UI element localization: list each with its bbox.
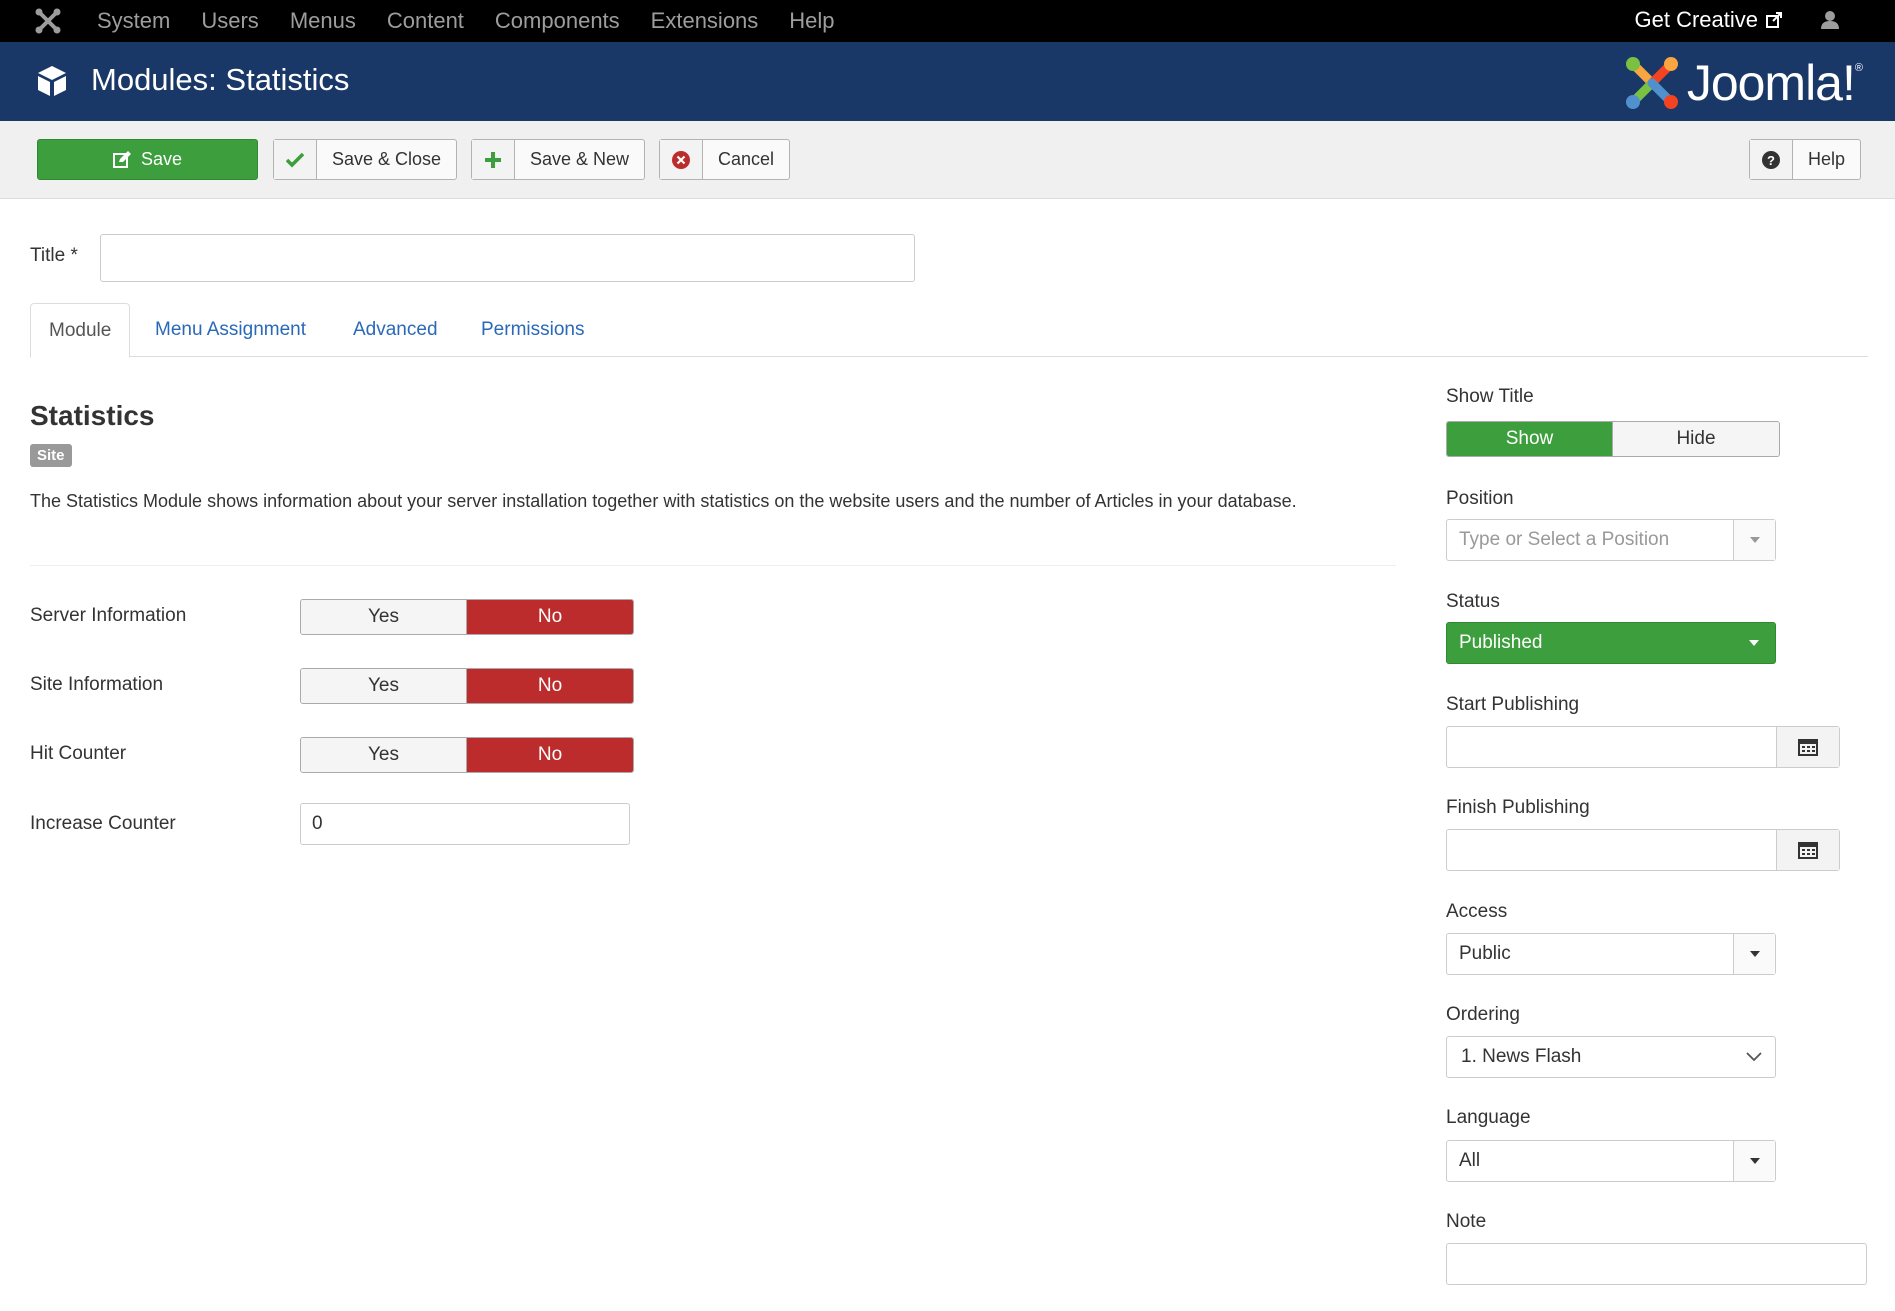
cube-icon — [36, 64, 68, 103]
hit-counter-no[interactable]: No — [467, 738, 633, 772]
finish-publishing-field[interactable] — [1447, 830, 1776, 870]
position-placeholder: Type or Select a Position — [1459, 529, 1670, 550]
get-creative-label: Get Creative — [1634, 7, 1759, 32]
registered-mark: ® — [1854, 62, 1863, 74]
save-new-label: Save & New — [530, 149, 630, 169]
menu-users[interactable]: Users — [201, 8, 258, 34]
divider — [30, 565, 1396, 566]
title-label: Title * — [30, 245, 78, 266]
position-label: Position — [1446, 488, 1514, 509]
hit-counter-yes[interactable]: Yes — [301, 738, 467, 772]
status-value: Published — [1459, 632, 1543, 653]
menu-content[interactable]: Content — [387, 8, 464, 34]
menu-menus[interactable]: Menus — [290, 8, 356, 34]
finish-publishing-input — [1446, 829, 1840, 871]
user-icon[interactable] — [1820, 9, 1840, 36]
menu-help[interactable]: Help — [789, 8, 834, 34]
top-menu: System Users Menus Content Components Ex… — [97, 0, 866, 42]
top-navbar: System Users Menus Content Components Ex… — [0, 0, 1895, 42]
cancel-label: Cancel — [718, 149, 775, 169]
language-select[interactable]: All — [1446, 1140, 1776, 1182]
start-publishing-input — [1446, 726, 1840, 768]
access-label: Access — [1446, 901, 1508, 922]
save-label: Save — [140, 149, 183, 169]
help-label: Help — [1808, 149, 1846, 169]
joomla-logo-icon[interactable] — [34, 7, 62, 35]
tab-permissions[interactable]: Permissions — [481, 303, 584, 357]
status-select[interactable]: Published — [1446, 622, 1776, 664]
access-select[interactable]: Public — [1446, 933, 1776, 975]
module-heading: Statistics — [30, 400, 155, 431]
start-publishing-field[interactable] — [1447, 727, 1776, 767]
plus-icon — [472, 140, 515, 179]
show-title-toggle: Show Hide — [1446, 421, 1780, 457]
edit-icon — [112, 150, 131, 168]
increase-counter-input[interactable]: 0 — [300, 803, 630, 845]
site-information-yes[interactable]: Yes — [301, 669, 467, 703]
position-select[interactable]: Type or Select a Position — [1446, 519, 1776, 561]
joomla-brand-logo: Joomla! ® — [1623, 54, 1863, 112]
server-information-no[interactable]: No — [467, 600, 633, 634]
caret-down-icon — [1733, 934, 1775, 974]
show-title-hide[interactable]: Hide — [1613, 422, 1779, 456]
server-information-label: Server Information — [30, 605, 187, 626]
server-information-yes[interactable]: Yes — [301, 600, 467, 634]
status-label: Status — [1446, 591, 1500, 612]
caret-down-icon — [1733, 1141, 1775, 1181]
cancel-circle-icon — [660, 140, 703, 179]
svg-text:?: ? — [1767, 153, 1775, 168]
start-publishing-label: Start Publishing — [1446, 694, 1580, 715]
finish-publishing-label: Finish Publishing — [1446, 797, 1590, 818]
menu-extensions[interactable]: Extensions — [651, 8, 759, 34]
cancel-button[interactable]: Cancel — [659, 139, 791, 180]
joomla-brand-icon — [1625, 57, 1678, 109]
ordering-value: 1. News Flash — [1461, 1046, 1582, 1067]
help-button[interactable]: ? Help — [1749, 139, 1862, 180]
site-information-no[interactable]: No — [467, 669, 633, 703]
menu-components[interactable]: Components — [495, 8, 620, 34]
tab-module[interactable]: Module — [30, 303, 131, 358]
note-input[interactable] — [1446, 1243, 1867, 1285]
calendar-icon[interactable] — [1776, 727, 1839, 767]
external-link-icon — [1766, 12, 1782, 28]
site-information-toggle: Yes No — [300, 668, 634, 704]
server-information-toggle: Yes No — [300, 599, 634, 635]
chevron-down-icon — [1733, 1037, 1775, 1077]
ordering-label: Ordering — [1446, 1004, 1520, 1025]
caret-down-icon — [1733, 520, 1775, 560]
check-icon — [274, 140, 317, 179]
increase-counter-label: Increase Counter — [30, 813, 176, 834]
title-input[interactable] — [100, 234, 915, 282]
tab-advanced[interactable]: Advanced — [353, 303, 438, 357]
page-title: Modules: Statistics — [91, 62, 350, 97]
show-title-show[interactable]: Show — [1447, 422, 1613, 456]
hit-counter-label: Hit Counter — [30, 743, 127, 764]
ordering-select[interactable]: 1. News Flash — [1446, 1036, 1776, 1078]
save-close-button[interactable]: Save & Close — [273, 139, 458, 180]
get-creative-link[interactable]: Get Creative — [1634, 7, 1782, 33]
save-close-label: Save & Close — [332, 149, 442, 169]
page-header: Modules: Statistics Joomla! ® — [0, 42, 1895, 121]
tab-menu-assignment[interactable]: Menu Assignment — [155, 303, 306, 357]
save-new-button[interactable]: Save & New — [471, 139, 646, 180]
tab-bar: Module Menu Assignment Advanced Permissi… — [30, 303, 1868, 358]
menu-system[interactable]: System — [97, 8, 170, 34]
save-button[interactable]: Save — [37, 139, 258, 180]
show-title-label: Show Title — [1446, 386, 1534, 407]
note-label: Note — [1446, 1211, 1487, 1232]
language-value: All — [1459, 1150, 1481, 1171]
caret-down-icon — [1733, 623, 1775, 663]
site-information-label: Site Information — [30, 674, 164, 695]
hit-counter-toggle: Yes No — [300, 737, 634, 773]
language-label: Language — [1446, 1107, 1531, 1128]
site-badge: Site — [30, 444, 72, 467]
module-description: The Statistics Module shows information … — [30, 491, 1297, 511]
joomla-wordmark: Joomla! — [1686, 55, 1856, 111]
question-icon: ? — [1750, 140, 1793, 179]
toolbar: Save Save & Close Save & New Cancel ? He… — [0, 121, 1895, 199]
calendar-icon[interactable] — [1776, 830, 1839, 870]
access-value: Public — [1459, 943, 1511, 964]
